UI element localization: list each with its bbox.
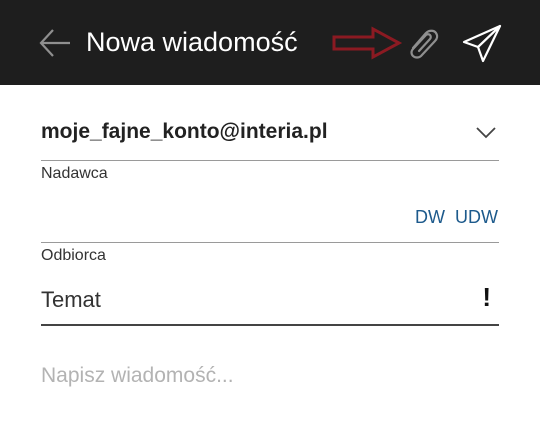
subject-input[interactable] [41, 282, 441, 318]
recipient-row: DW UDW [41, 200, 499, 243]
message-body-input[interactable] [41, 364, 499, 424]
sender-dropdown[interactable]: moje_fajne_konto@interia.pl [41, 112, 499, 161]
send-button[interactable] [461, 22, 503, 64]
bcc-button[interactable]: UDW [455, 207, 498, 228]
paper-plane-icon [462, 24, 502, 63]
red-arrow-annotation [332, 26, 403, 60]
sender-value: moje_fajne_konto@interia.pl [41, 120, 328, 143]
subject-row: ! [41, 280, 499, 326]
page-title: Nowa wiadomość [86, 27, 298, 57]
attach-button[interactable] [404, 24, 442, 62]
recipient-input[interactable] [41, 204, 401, 236]
top-app-bar: Nowa wiadomość [0, 0, 540, 85]
paperclip-icon [410, 29, 439, 59]
chevron-down-icon [476, 127, 496, 139]
cc-button[interactable]: DW [415, 207, 445, 228]
recipient-label: Odbiorca [41, 247, 106, 264]
priority-button[interactable]: ! [482, 282, 491, 313]
back-button[interactable] [36, 24, 74, 62]
sender-label: Nadawca [41, 165, 108, 182]
arrow-left-icon [39, 29, 70, 57]
